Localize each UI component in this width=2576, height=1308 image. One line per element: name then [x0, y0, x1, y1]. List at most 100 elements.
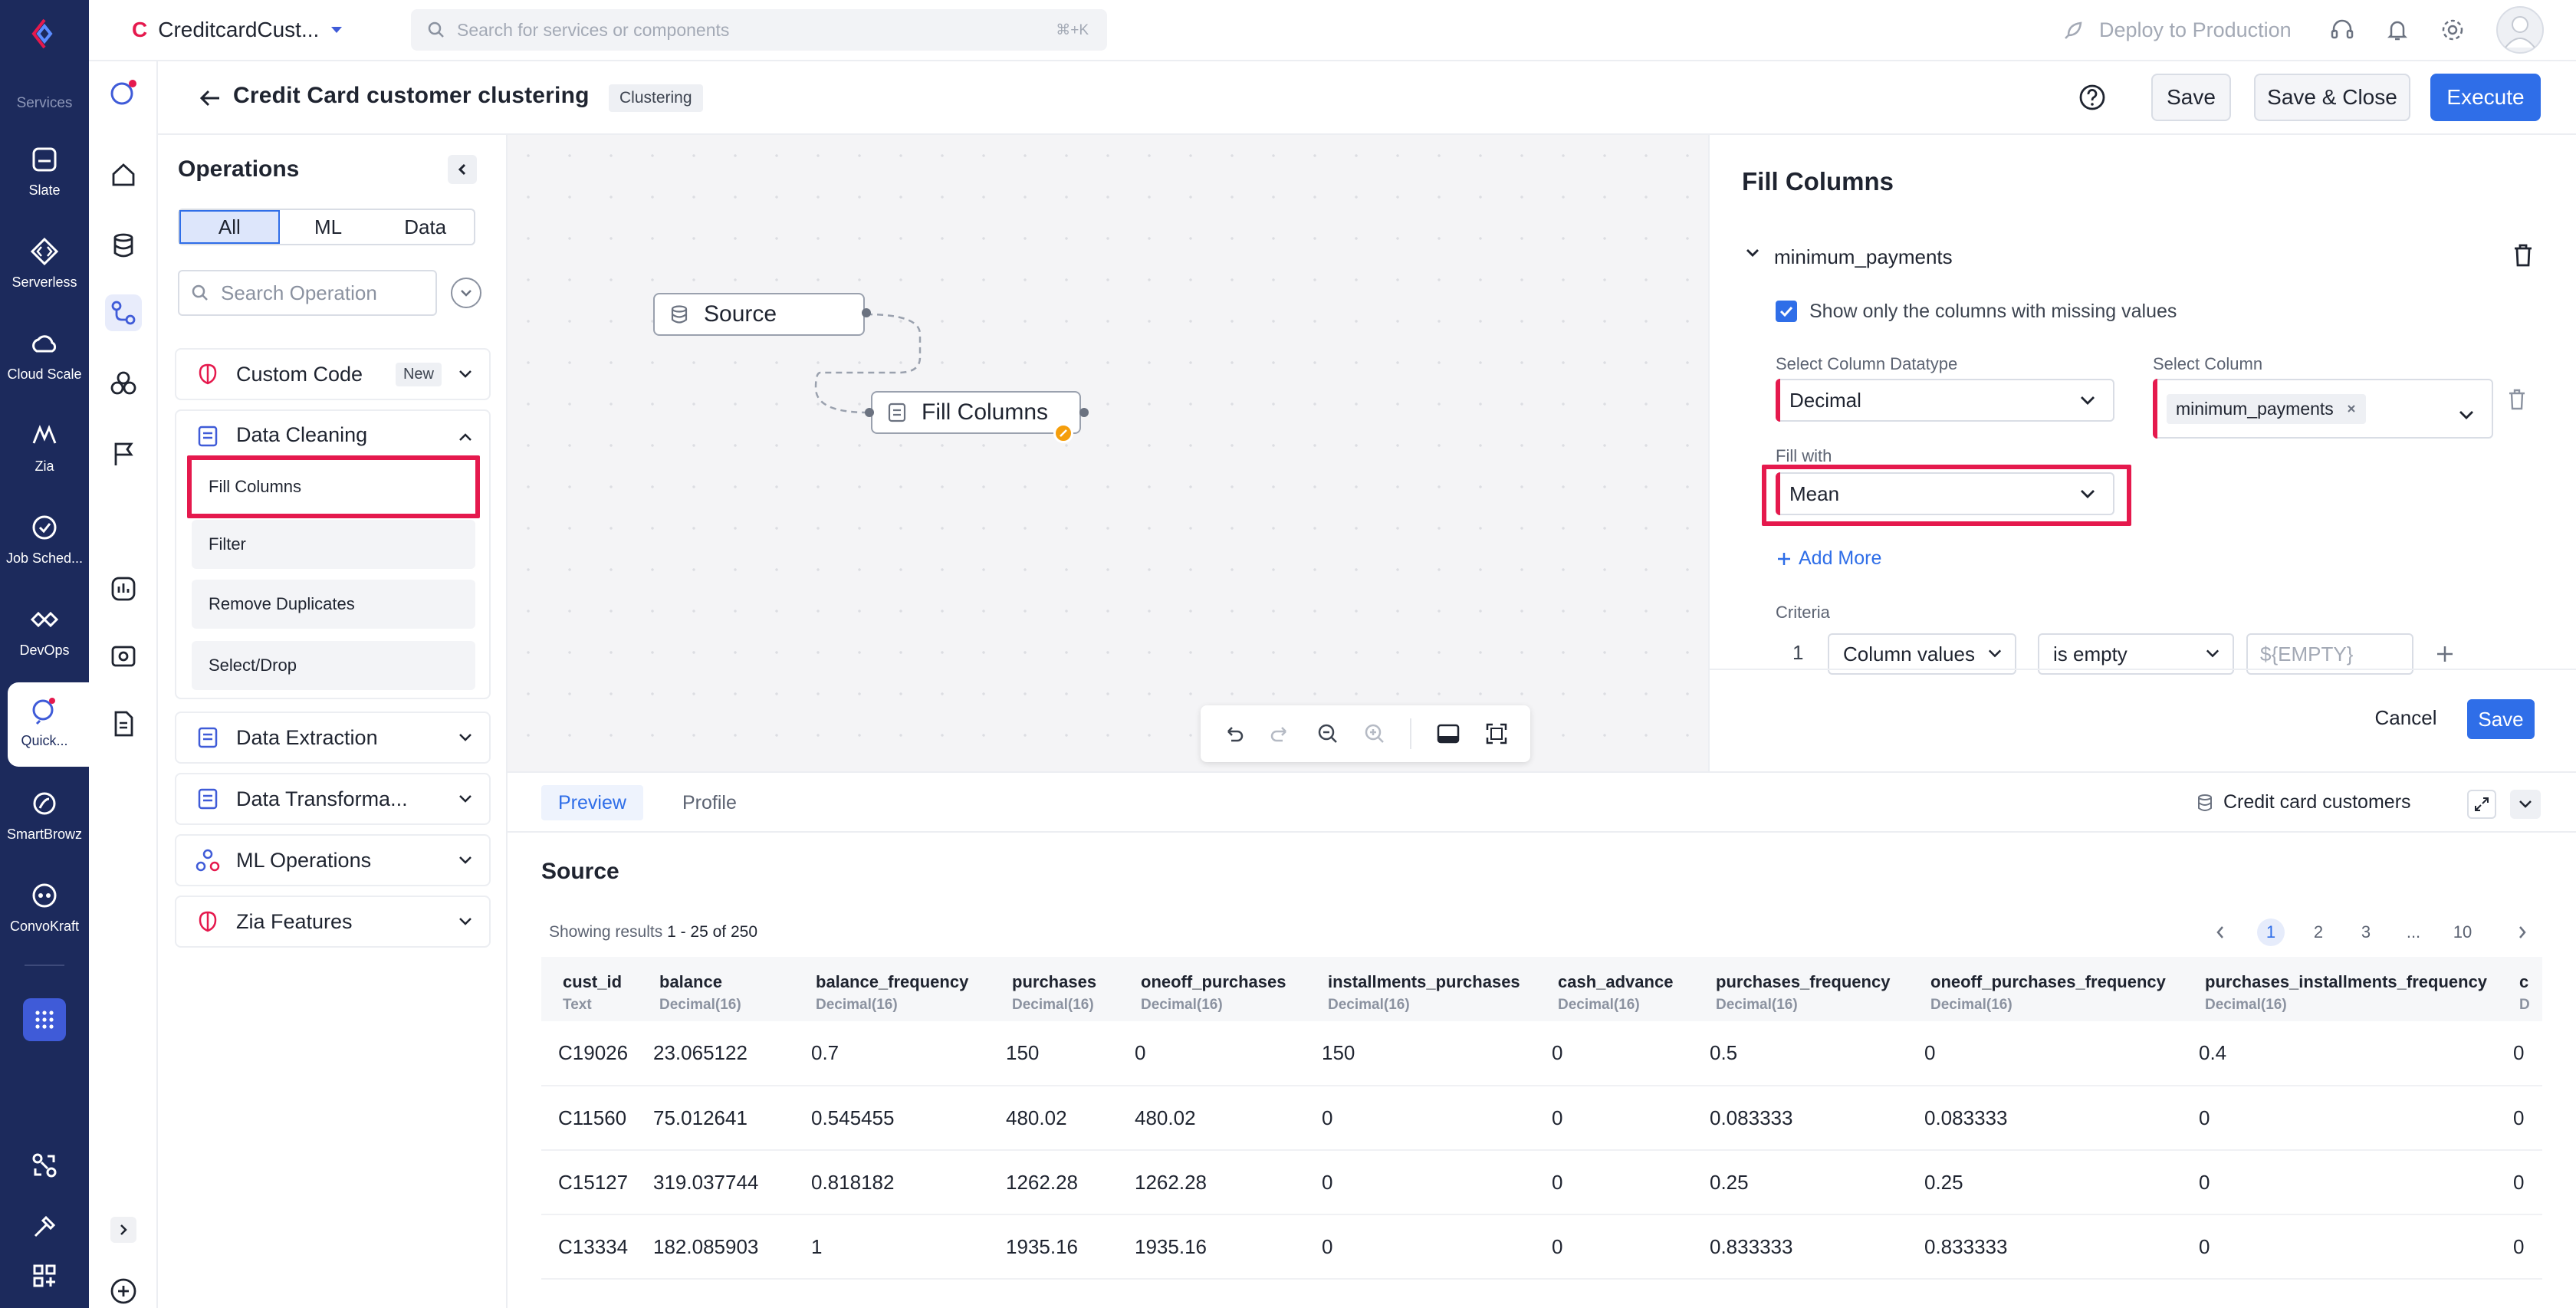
- tools-icon[interactable]: [31, 1213, 58, 1241]
- expand-icon[interactable]: [2467, 790, 2496, 819]
- table-row[interactable]: C15127 319.037744 0.818182 1262.28 1262.28 0 0…: [541, 1150, 2542, 1215]
- database-icon[interactable]: [105, 227, 142, 264]
- back-arrow-icon[interactable]: [196, 84, 224, 112]
- project-selector[interactable]: C CreditcardCust...: [132, 11, 431, 49]
- fit-screen-icon[interactable]: [1484, 721, 1509, 746]
- rail-item-job-scheduling[interactable]: Job Sched...: [0, 511, 89, 567]
- datatype-select[interactable]: Decimal: [1776, 379, 2114, 422]
- group-zia-features[interactable]: Zia Features: [175, 896, 491, 948]
- operation-remove-duplicates[interactable]: Remove Duplicates: [192, 580, 475, 629]
- zoom-in-icon[interactable]: [1363, 722, 1386, 745]
- collapse-panel-button[interactable]: [448, 155, 477, 184]
- tab-all[interactable]: All: [179, 210, 280, 244]
- column-header[interactable]: installments_purchases Decimal(16): [1320, 957, 1550, 1021]
- global-search[interactable]: Search for services or components ⌘+K: [411, 9, 1107, 51]
- execute-button[interactable]: Execute: [2430, 74, 2541, 121]
- page-1[interactable]: 1: [2257, 919, 2285, 946]
- chevron-down-icon[interactable]: [1745, 245, 1760, 261]
- config-save-button[interactable]: Save: [2467, 699, 2535, 739]
- catalyst-logo-icon[interactable]: [26, 15, 63, 52]
- redo-icon[interactable]: [1269, 722, 1292, 745]
- headset-icon[interactable]: [2329, 17, 2355, 43]
- save-and-close-button[interactable]: Save & Close: [2254, 74, 2410, 121]
- filter-dropdown-icon[interactable]: [451, 278, 481, 308]
- delete-row-icon[interactable]: [2507, 388, 2527, 411]
- operation-fill-columns[interactable]: Fill Columns: [187, 455, 480, 518]
- column-header[interactable]: cD: [2512, 957, 2542, 1021]
- group-data-transformation[interactable]: Data Transforma...: [175, 773, 491, 825]
- tab-preview[interactable]: Preview: [541, 785, 643, 820]
- operation-filter[interactable]: Filter: [192, 520, 475, 569]
- remove-chip-icon[interactable]: [2346, 403, 2357, 414]
- group-custom-code[interactable]: Custom Code New: [175, 348, 491, 400]
- expand-sidebar-icon[interactable]: [105, 1211, 142, 1248]
- column-header[interactable]: purchases_installments_frequency Decimal(…: [2197, 957, 2512, 1021]
- column-header[interactable]: purchases Decimal(16): [1004, 957, 1133, 1021]
- search-operation-input[interactable]: Search Operation: [178, 270, 437, 316]
- table-row[interactable]: C19026 23.065122 0.7 150 0 150 0 0.5 0 0.4 0: [541, 1021, 2542, 1086]
- collapse-preview-icon[interactable]: [2510, 790, 2541, 819]
- column-section-name[interactable]: minimum_payments: [1774, 245, 1953, 269]
- avatar[interactable]: [2496, 6, 2544, 54]
- tab-profile[interactable]: Profile: [672, 785, 748, 820]
- group-data-extraction[interactable]: Data Extraction: [175, 712, 491, 764]
- rail-item-slate[interactable]: Slate: [0, 143, 89, 199]
- add-circle-icon[interactable]: [105, 1273, 142, 1308]
- delete-section-icon[interactable]: [2512, 242, 2535, 268]
- pipeline-canvas[interactable]: Source Fill Columns: [508, 135, 1708, 771]
- gear-icon[interactable]: [2440, 17, 2466, 43]
- flag-icon[interactable]: [105, 435, 142, 472]
- cancel-button[interactable]: Cancel: [2367, 699, 2444, 736]
- page-2[interactable]: 2: [2305, 919, 2332, 946]
- table-row[interactable]: C11560 75.012641 0.545455 480.02 480.02 0 0 0.0…: [541, 1086, 2542, 1151]
- home-icon[interactable]: [105, 156, 142, 193]
- analytics-icon[interactable]: [105, 570, 142, 607]
- page-3[interactable]: 3: [2352, 919, 2380, 946]
- column-header[interactable]: oneoff_purchases_frequency Decimal(16): [1923, 957, 2197, 1021]
- zoom-out-icon[interactable]: [1316, 722, 1339, 745]
- column-header[interactable]: oneoff_purchases Decimal(16): [1133, 957, 1320, 1021]
- save-button[interactable]: Save: [2151, 74, 2231, 121]
- pipeline-icon[interactable]: [105, 294, 142, 331]
- apps-grid-icon[interactable]: [23, 998, 66, 1041]
- deploy-to-production-button[interactable]: Deploy to Production: [2062, 14, 2354, 46]
- widgets-icon[interactable]: [32, 1264, 57, 1288]
- next-page-icon[interactable]: [2509, 919, 2536, 946]
- column-header[interactable]: balance Decimal(16): [652, 957, 808, 1021]
- integrations-icon[interactable]: [31, 1152, 58, 1179]
- operation-select-drop[interactable]: Select/Drop: [192, 641, 475, 690]
- add-more-button[interactable]: Add More: [1776, 547, 1881, 570]
- rail-item-serverless[interactable]: Serverless: [0, 235, 89, 291]
- document-icon[interactable]: [105, 705, 142, 742]
- prev-page-icon[interactable]: [2206, 919, 2234, 946]
- select-column-input[interactable]: minimum_payments: [2153, 379, 2493, 439]
- fill-with-select[interactable]: Mean: [1776, 472, 2114, 515]
- data-cleaning-label[interactable]: Data Cleaning: [236, 423, 367, 447]
- add-criteria-icon[interactable]: [2435, 644, 2455, 664]
- column-header[interactable]: purchases_frequency Decimal(16): [1708, 957, 1923, 1021]
- group-ml-operations[interactable]: ML Operations: [175, 834, 491, 886]
- missing-values-checkbox[interactable]: [1776, 301, 1797, 322]
- bell-icon[interactable]: [2384, 17, 2410, 43]
- source-node[interactable]: Source: [653, 293, 865, 336]
- rail-item-smartbrowz[interactable]: SmartBrowz: [0, 787, 89, 843]
- endpoint-icon[interactable]: [105, 638, 142, 675]
- table-row[interactable]: C13334 182.085903 1 1935.16 1935.16 0 0 0.83333…: [541, 1214, 2542, 1280]
- node-edit-status-icon[interactable]: [1053, 423, 1073, 443]
- chevron-up-icon[interactable]: [458, 432, 472, 442]
- tab-data[interactable]: Data: [376, 210, 474, 244]
- rail-item-devops[interactable]: DevOps: [0, 603, 89, 659]
- source-output-port[interactable]: [862, 308, 871, 317]
- rail-item-convokraft[interactable]: ConvoKraft: [0, 879, 89, 935]
- fill-columns-node[interactable]: Fill Columns: [871, 391, 1081, 434]
- help-icon[interactable]: [2078, 83, 2107, 112]
- page-10[interactable]: 10: [2449, 919, 2476, 946]
- rail-item-zia[interactable]: Zia: [0, 419, 89, 475]
- column-header[interactable]: cash_advance Decimal(16): [1550, 957, 1708, 1021]
- column-header[interactable]: balance_frequency Decimal(16): [808, 957, 1004, 1021]
- rail-item-cloud-scale[interactable]: Cloud Scale: [0, 327, 89, 383]
- column-header[interactable]: cust_id Text: [541, 957, 652, 1021]
- models-icon[interactable]: [105, 365, 142, 402]
- bottom-panel-toggle-icon[interactable]: [1436, 721, 1460, 746]
- undo-icon[interactable]: [1222, 722, 1245, 745]
